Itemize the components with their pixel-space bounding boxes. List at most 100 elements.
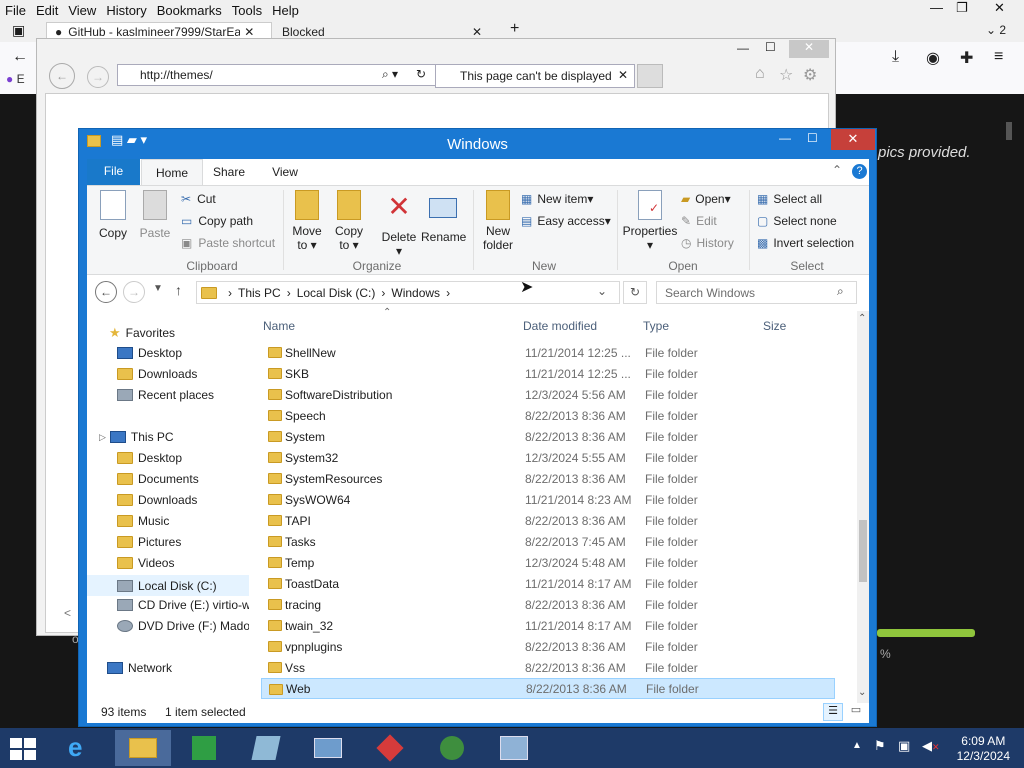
scroll-down-icon[interactable]: ⌄ — [858, 687, 866, 698]
select-all-button[interactable]: ▦ Select all — [757, 192, 822, 206]
tab-close-icon[interactable]: ✕ — [244, 25, 254, 39]
file-row[interactable]: ToastData 11/21/2014 8:17 AM File folder — [261, 573, 835, 594]
file-row[interactable]: SKB 11/21/2014 12:25 ... File folder — [261, 363, 835, 384]
copy-button[interactable]: Copy — [95, 190, 131, 240]
file-row[interactable]: SystemResources 8/22/2013 8:36 AM File fol… — [261, 468, 835, 489]
app-taskbar-button-4[interactable] — [424, 730, 480, 766]
file-row[interactable]: Web 8/22/2013 8:36 AM File folder — [261, 678, 835, 699]
back-arrow-icon[interactable]: ← — [12, 48, 28, 66]
copy-path-button[interactable]: ▭ Copy path — [181, 214, 253, 228]
refresh-icon[interactable]: ↻ — [416, 67, 426, 81]
tab-share[interactable]: Share — [205, 159, 253, 185]
search-icon[interactable]: ⌕ ▾ — [382, 67, 398, 82]
details-view-icon[interactable]: ☰ — [823, 703, 843, 721]
forward-button[interactable]: → — [123, 281, 145, 303]
help-icon[interactable]: ? — [852, 164, 867, 179]
back-button[interactable]: ← — [95, 281, 117, 303]
ie-scroll-left-icon[interactable]: < — [64, 606, 71, 620]
breadcrumb-windows[interactable]: Windows — [391, 286, 440, 300]
download-icon[interactable]: ⤓ — [892, 48, 899, 66]
collapse-ribbon-icon[interactable]: ⌃ — [832, 163, 842, 177]
file-row[interactable]: Temp 12/3/2024 5:48 AM File folder — [261, 552, 835, 573]
file-row[interactable]: System 8/22/2013 8:36 AM File folder — [261, 426, 835, 447]
delete-button[interactable]: ✕ Delete ▾ — [379, 190, 419, 258]
nav-favorites[interactable]: ★ Favorites — [109, 325, 175, 341]
edit-button[interactable]: ✎ Edit — [681, 214, 717, 228]
nav-network[interactable]: Network — [107, 661, 172, 675]
nav-pc-cd-drive[interactable]: CD Drive (E:) virtio-w — [117, 598, 249, 612]
search-input[interactable]: Search Windows ⌕ — [656, 281, 857, 304]
nav-pc-documents[interactable]: Documents — [117, 472, 199, 486]
minimize-icon[interactable]: — — [779, 131, 791, 145]
volume-muted-icon[interactable]: ◀✕ — [922, 738, 940, 754]
paste-button[interactable]: Paste — [137, 190, 173, 240]
restore-icon[interactable]: ❐ — [956, 0, 968, 16]
file-row[interactable]: TAPI 8/22/2013 8:36 AM File folder — [261, 510, 835, 531]
column-size[interactable]: Size — [763, 319, 786, 333]
clock[interactable]: 6:09 AM 12/3/2024 — [957, 734, 1010, 764]
ie-taskbar-button[interactable]: e — [54, 730, 110, 766]
nav-this-pc[interactable]: ▷ This PC — [99, 430, 174, 444]
nav-pc-desktop[interactable]: Desktop — [117, 451, 182, 465]
tab-home[interactable]: Home — [141, 159, 203, 185]
address-path[interactable]: › This PC › Local Disk (C:) › Windows › … — [196, 281, 620, 304]
menu-file[interactable]: File — [0, 3, 31, 18]
nav-fav-desktop[interactable]: Desktop — [117, 346, 182, 360]
menu-bookmarks[interactable]: Bookmarks — [152, 3, 227, 18]
easy-access-button[interactable]: ▤ Easy access ▾ — [521, 214, 611, 228]
file-row[interactable]: Tasks 8/22/2013 7:45 AM File folder — [261, 531, 835, 552]
file-row[interactable]: tracing 8/22/2013 8:36 AM File folder — [261, 594, 835, 615]
close-icon[interactable]: ✕ — [994, 0, 1005, 16]
scroll-thumb[interactable] — [859, 520, 867, 582]
refresh-icon[interactable]: ↻ — [623, 281, 647, 304]
favorites-star-icon[interactable]: ☆ — [779, 65, 793, 85]
recent-locations-icon[interactable]: ▼ — [153, 283, 163, 294]
app-taskbar-button-3[interactable] — [362, 730, 418, 766]
nav-pc-videos[interactable]: Videos — [117, 556, 174, 570]
rename-button[interactable]: Rename — [421, 190, 466, 244]
home-icon[interactable]: ⌂ — [755, 65, 765, 83]
extensions-icon[interactable]: ✚ — [960, 48, 973, 68]
file-row[interactable]: ShellNew 11/21/2014 12:25 ... File folder — [261, 342, 835, 363]
nav-pc-music[interactable]: Music — [117, 514, 169, 528]
tools-gear-icon[interactable]: ⚙ — [803, 65, 817, 85]
ie-close-button[interactable]: ✕ — [789, 40, 829, 58]
menu-history[interactable]: History — [101, 3, 151, 18]
breadcrumb-this-pc[interactable]: This PC — [238, 286, 281, 300]
file-row[interactable]: System32 12/3/2024 5:55 AM File folder — [261, 447, 835, 468]
nav-pc-pictures[interactable]: Pictures — [117, 535, 181, 549]
nav-pc-local-disk[interactable]: Local Disk (C:) — [87, 575, 249, 596]
nav-pc-downloads[interactable]: Downloads — [117, 493, 197, 507]
history-button[interactable]: ◷ History — [681, 236, 734, 250]
explorer-taskbar-button[interactable] — [115, 730, 171, 766]
large-icons-view-icon[interactable]: ▭ — [847, 703, 865, 721]
copy-to-button[interactable]: Copy to ▾ — [329, 190, 369, 252]
hamburger-menu-icon[interactable]: ≡ — [994, 48, 1003, 66]
tab-file[interactable]: File — [87, 159, 140, 185]
tab-view[interactable]: View — [259, 159, 311, 185]
new-folder-button[interactable]: New folder — [479, 190, 517, 252]
nav-pc-dvd-drive[interactable]: DVD Drive (F:) Mado — [117, 619, 249, 633]
cut-button[interactable]: ✂ Cut — [181, 192, 216, 206]
ie-back-button[interactable]: ← — [49, 63, 75, 89]
close-button[interactable]: ✕ — [831, 129, 875, 150]
tab-list-icon[interactable]: ▣ — [12, 22, 25, 39]
path-dropdown-icon[interactable]: ⌄ — [597, 284, 607, 298]
app-taskbar-button-1[interactable] — [238, 730, 294, 766]
ie-minimize-icon[interactable]: — — [737, 41, 749, 55]
file-row[interactable]: SoftwareDistribution 12/3/2024 5:56 AM Fil… — [261, 384, 835, 405]
column-date[interactable]: Date modified — [523, 319, 597, 333]
nav-fav-downloads[interactable]: Downloads — [117, 367, 197, 381]
maximize-icon[interactable]: ☐ — [807, 131, 818, 145]
menu-tools[interactable]: Tools — [227, 3, 267, 18]
app-taskbar-button-5[interactable] — [486, 730, 542, 766]
app-taskbar-button-2[interactable] — [300, 730, 356, 766]
network-tray-icon[interactable]: ▣ — [898, 738, 910, 754]
ie-forward-button[interactable]: → — [87, 66, 109, 88]
scroll-up-icon[interactable]: ⌃ — [858, 313, 866, 324]
store-taskbar-button[interactable] — [176, 730, 232, 766]
new-item-button[interactable]: ▦ New item ▾ — [521, 192, 593, 206]
show-hidden-icons[interactable]: ▲ — [852, 740, 862, 751]
column-type[interactable]: Type — [643, 319, 669, 333]
tab-close-icon[interactable]: ✕ — [472, 25, 482, 39]
